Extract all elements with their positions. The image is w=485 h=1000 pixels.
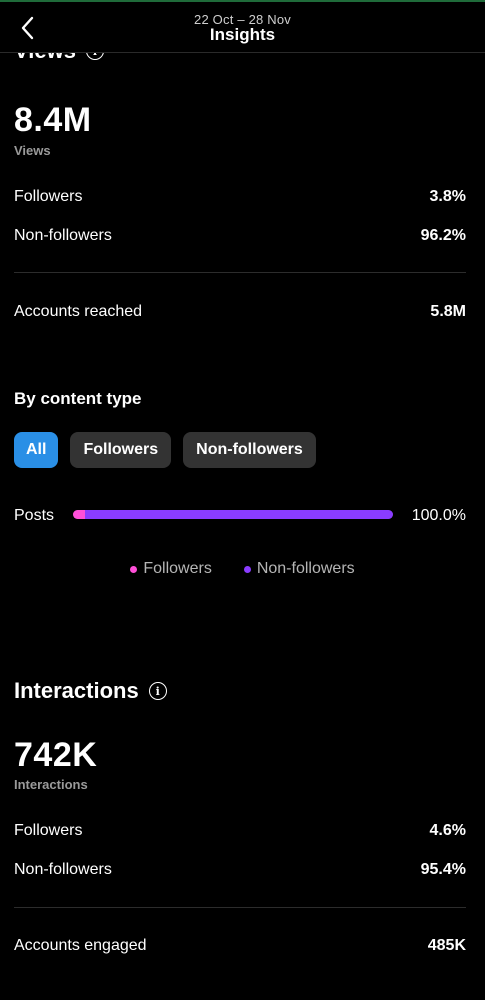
accounts-engaged-value: 485K [427, 937, 466, 954]
posts-label: Posts [14, 507, 55, 524]
chart-legend: Followers Non-followers [0, 560, 485, 578]
views-non-followers-value: 96.2% [420, 227, 466, 244]
interactions-total-label: Interactions [14, 777, 88, 792]
content-filter-chips: All Followers Non-followers [14, 432, 316, 468]
views-total-label: Views [14, 143, 51, 158]
divider [14, 907, 466, 908]
top-bar: 22 Oct – 28 Nov Insights [0, 2, 485, 53]
accounts-reached-value: 5.8M [430, 303, 466, 320]
legend-non-followers-label: Non-followers [256, 560, 355, 577]
views-followers-row: Followers 3.8% [14, 188, 466, 206]
interactions-section-title: Interactions i [14, 678, 167, 704]
posts-breakdown-row: Posts 100.0% [14, 506, 466, 526]
posts-progress-bar [73, 510, 393, 519]
filter-chip-non-followers[interactable]: Non-followers [183, 432, 316, 468]
info-icon[interactable]: i [148, 682, 167, 700]
views-total: 8.4M [14, 101, 92, 139]
interactions-non-followers-label: Non-followers [14, 861, 112, 878]
interactions-followers-label: Followers [14, 822, 83, 839]
legend-non-followers: Non-followers [243, 560, 355, 578]
views-followers-value: 3.8% [429, 188, 466, 205]
divider [14, 272, 466, 273]
views-non-followers-row: Non-followers 96.2% [14, 227, 466, 245]
filter-chip-followers[interactable]: Followers [70, 432, 172, 468]
interactions-followers-row: Followers 4.6% [14, 822, 466, 840]
legend-followers-label: Followers [143, 560, 212, 577]
accounts-engaged-row: Accounts engaged 485K [14, 937, 466, 955]
non-followers-dot-icon [243, 565, 251, 573]
interactions-title-text: Interactions [14, 678, 139, 703]
views-non-followers-label: Non-followers [14, 227, 112, 244]
views-followers-label: Followers [14, 188, 83, 205]
accounts-engaged-label: Accounts engaged [14, 937, 147, 954]
followers-dot-icon [130, 565, 138, 573]
interactions-total: 742K [14, 736, 98, 774]
content-type-title: By content type [14, 389, 142, 408]
posts-followers-segment [73, 510, 86, 519]
accounts-reached-label: Accounts reached [14, 303, 143, 320]
accounts-reached-row: Accounts reached 5.8M [14, 303, 466, 321]
posts-non-followers-segment [85, 510, 393, 519]
legend-followers: Followers [130, 560, 212, 578]
interactions-non-followers-value: 95.4% [420, 861, 466, 878]
interactions-followers-value: 4.6% [429, 822, 466, 839]
posts-value: 100.0% [411, 507, 466, 524]
page-title: Insights [209, 25, 276, 44]
filter-chip-all[interactable]: All [14, 432, 59, 468]
interactions-non-followers-row: Non-followers 95.4% [14, 861, 466, 879]
